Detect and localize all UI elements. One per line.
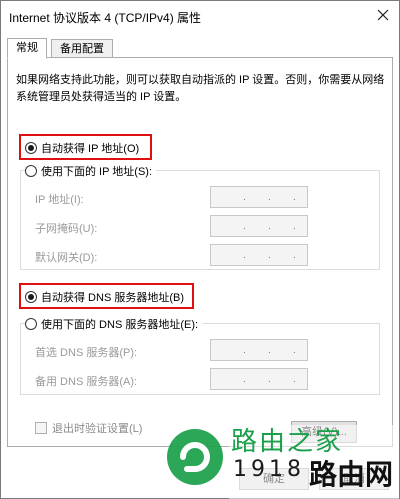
radio-indicator bbox=[25, 142, 37, 154]
validate-on-exit-label: 退出时验证设置(L) bbox=[52, 423, 143, 435]
radio-indicator bbox=[25, 318, 37, 330]
dns-auto-radio[interactable]: 自动获得 DNS 服务器地址(B) bbox=[25, 289, 184, 305]
dns-manual-radio[interactable]: 使用下面的 DNS 服务器地址(E): bbox=[25, 316, 203, 332]
ip-manual-radio[interactable]: 使用下面的 IP 地址(S): bbox=[25, 163, 157, 179]
radio-indicator bbox=[25, 291, 37, 303]
validate-on-exit-checkbox[interactable]: 退出时验证设置(L) bbox=[35, 420, 142, 436]
default-gateway-field[interactable]: ... bbox=[210, 244, 308, 266]
preferred-dns-field[interactable]: ... bbox=[210, 339, 308, 361]
ip-address-field[interactable]: ... bbox=[210, 186, 308, 208]
subnet-mask-field[interactable]: ... bbox=[210, 215, 308, 237]
checkbox-indicator bbox=[35, 422, 47, 434]
preferred-dns-label: 首选 DNS 服务器(P): bbox=[35, 347, 138, 359]
default-gateway-label: 默认网关(D): bbox=[35, 252, 98, 264]
tab-alternate-config[interactable]: 备用配置 bbox=[51, 39, 113, 58]
dns-auto-label: 自动获得 DNS 服务器地址(B) bbox=[41, 292, 184, 304]
radio-indicator bbox=[25, 165, 37, 177]
subnet-mask-label: 子网掩码(U): bbox=[35, 223, 98, 235]
site-watermark: 路由之家 1918 路由网 bbox=[161, 415, 400, 499]
properties-dialog: Internet 协议版本 4 (TCP/IPv4) 属性 常规 备用配置 如果… bbox=[0, 0, 400, 499]
close-button[interactable] bbox=[373, 5, 393, 25]
tab-general[interactable]: 常规 bbox=[7, 38, 47, 59]
ip-address-label: IP 地址(I): bbox=[35, 194, 84, 206]
watermark-brand-num: 1918 bbox=[233, 457, 305, 482]
general-tab-panel: 如果网络支持此功能，则可以获取自动指派的 IP 设置。否则，你需要从网络系统管理… bbox=[7, 57, 393, 447]
title-bar: Internet 协议版本 4 (TCP/IPv4) 属性 bbox=[1, 1, 399, 31]
close-icon bbox=[377, 9, 389, 21]
ip-manual-label: 使用下面的 IP 地址(S): bbox=[41, 166, 153, 178]
watermark-brand-tail: 路由网 bbox=[309, 458, 394, 491]
ip-auto-label: 自动获得 IP 地址(O) bbox=[41, 143, 140, 155]
alternate-dns-label: 备用 DNS 服务器(A): bbox=[35, 376, 138, 388]
description-text: 如果网络支持此功能，则可以获取自动指派的 IP 设置。否则，你需要从网络系统管理… bbox=[16, 74, 385, 103]
alternate-dns-field[interactable]: ... bbox=[210, 368, 308, 390]
ip-auto-radio[interactable]: 自动获得 IP 地址(O) bbox=[25, 140, 139, 156]
window-title: Internet 协议版本 4 (TCP/IPv4) 属性 bbox=[9, 11, 202, 25]
dns-manual-label: 使用下面的 DNS 服务器地址(E): bbox=[41, 319, 199, 331]
